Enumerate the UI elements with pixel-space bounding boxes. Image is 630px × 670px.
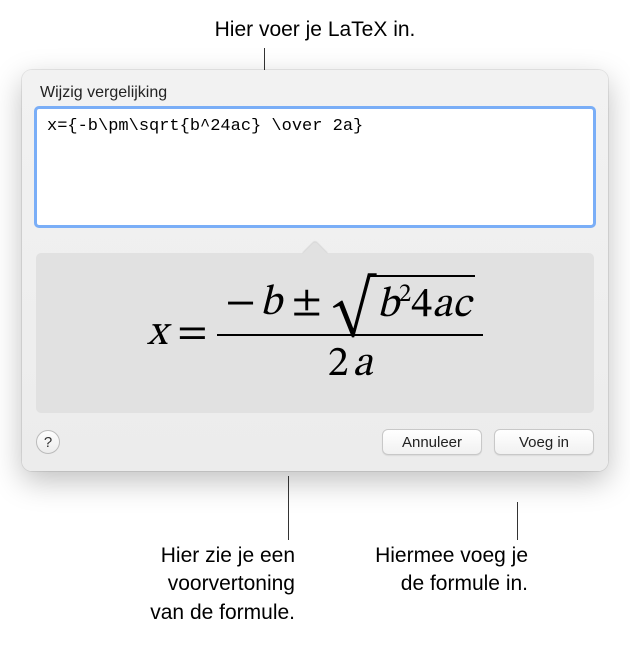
callout-text: de formule in. <box>333 570 528 598</box>
callout-text: voorvertoning <box>75 570 295 598</box>
rendered-formula: x = −b ± √ b24ac 2a <box>147 275 483 391</box>
callout-line <box>517 502 518 540</box>
callout-text: Hiermee voeg je <box>333 542 528 570</box>
callout-latex-input: Hier voer je LaTeX in. <box>0 18 630 42</box>
insert-button[interactable]: Voeg in <box>494 429 594 455</box>
callout-insert: Hiermee voeg je de formule in. <box>333 542 528 599</box>
help-button[interactable]: ? <box>36 430 60 454</box>
dialog-button-row: ? Annuleer Voeg in <box>36 429 594 455</box>
formula-preview: x = −b ± √ b24ac 2a <box>36 253 594 413</box>
callout-line <box>288 476 289 540</box>
dialog-title: Wijzig vergelijking <box>36 84 594 102</box>
callout-text: Hier zie je een <box>75 542 295 570</box>
latex-input[interactable] <box>36 108 594 226</box>
cancel-button[interactable]: Annuleer <box>382 429 482 455</box>
callout-preview: Hier zie je een voorvertoning van de for… <box>75 542 295 627</box>
preview-pointer <box>302 241 327 266</box>
equation-dialog: Wijzig vergelijking x = −b ± √ b24ac 2a <box>22 70 608 471</box>
callout-text: van de formule. <box>75 599 295 627</box>
